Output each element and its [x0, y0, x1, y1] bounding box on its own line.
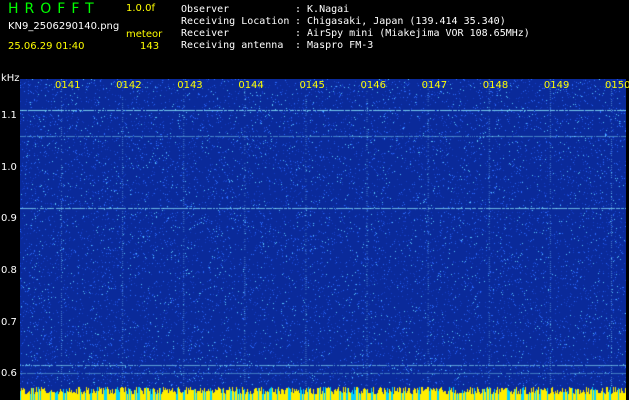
count-label: 143 — [140, 41, 160, 52]
info-location: Receiving Location : Chigasaki, Japan (13… — [181, 16, 506, 27]
x-tick-label: 0147 — [421, 80, 448, 91]
y-tick-label: 1.0 — [1, 161, 17, 173]
y-tick-label: 0.9 — [1, 213, 17, 225]
x-tick-label: 0149 — [543, 80, 570, 91]
info-receiver: Receiver : AirSpy mini (Miakejima VOR 108… — [181, 28, 530, 39]
x-tick-label: 0143 — [177, 80, 203, 91]
mode-label: meteor — [126, 29, 163, 40]
y-tick-label: 0.8 — [1, 264, 17, 276]
x-tick-label: 0144 — [238, 80, 264, 91]
info-value: : AirSpy mini (Miakejima VOR 108.65MHz) — [295, 28, 530, 39]
header-panel: HROFFT 1.0.0f KN9_2506290140.png meteor … — [0, 0, 629, 78]
info-key: Receiver — [181, 28, 230, 39]
spectrogram — [20, 79, 626, 400]
speed-label: 1.0.0f — [126, 3, 155, 14]
info-key: Receiving Location — [181, 16, 290, 27]
y-tick-label: 0.6 — [1, 368, 17, 380]
datetime-label: 25.06.29 01:40 — [8, 41, 85, 52]
info-value: : Chigasaki, Japan (139.414 35.340) — [295, 16, 506, 27]
y-tick-label: 0.7 — [1, 316, 17, 328]
x-tick-label: 0148 — [482, 80, 509, 91]
app-title: HROFFT — [8, 1, 100, 17]
y-tick-label: 1.1 — [1, 110, 17, 122]
info-key: Receiving antenna — [181, 40, 284, 51]
info-value: : Maspro FM-3 — [295, 40, 374, 51]
x-tick-label: 0141 — [55, 80, 81, 91]
info-antenna: Receiving antenna : Maspro FM-3 — [181, 40, 373, 51]
x-tick-label: 0142 — [116, 80, 142, 91]
info-observer: Observer : K.Nagai — [181, 4, 349, 15]
x-tick-label: 0145 — [299, 80, 325, 91]
y-axis-unit: kHz — [1, 73, 20, 84]
info-value: : K.Nagai — [295, 4, 350, 15]
x-tick-label: 0150 — [605, 80, 629, 91]
file-name: KN9_2506290140.png — [8, 21, 120, 32]
x-tick-label: 0146 — [360, 80, 386, 91]
info-key: Observer — [181, 4, 230, 15]
